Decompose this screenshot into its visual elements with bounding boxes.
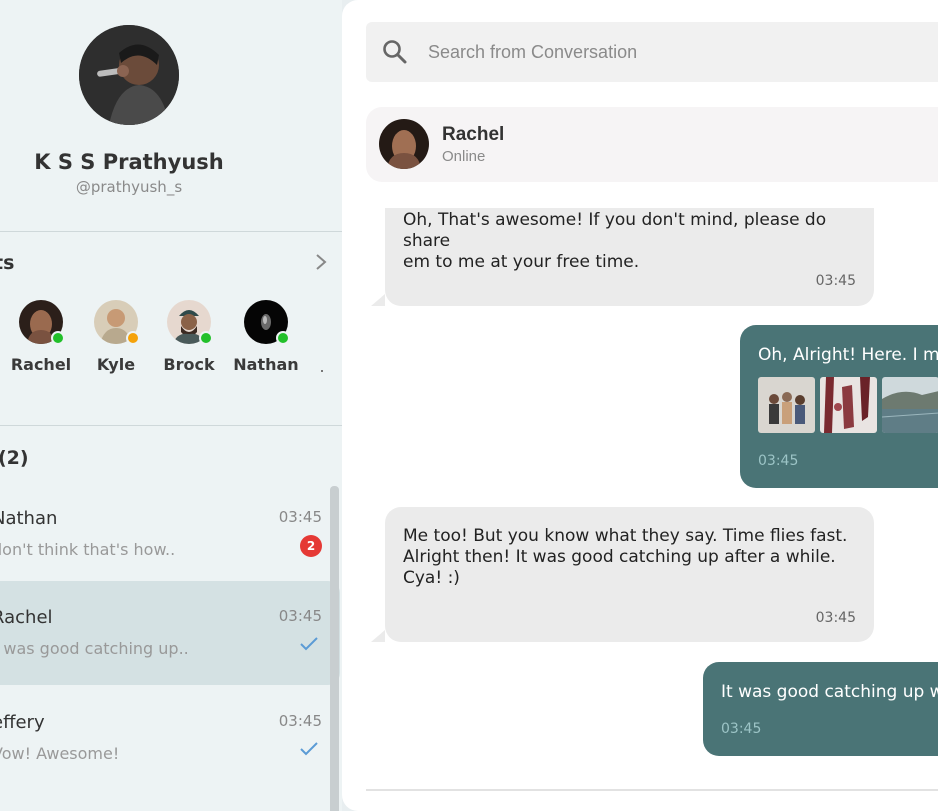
unread-badge: 2	[300, 535, 322, 557]
message-text: Oh, That's awesome! If you don't mind, p…	[403, 210, 827, 251]
status-dot	[126, 331, 140, 345]
online-user-name: Kyle	[96, 355, 136, 374]
contact-avatar[interactable]	[379, 119, 429, 169]
chat-preview: Vow! Awesome!	[0, 744, 120, 763]
message-text: em to me at your free time.	[403, 252, 640, 272]
chat-name: Rachel	[0, 607, 53, 628]
message-text: Alright then! It was good catching up af…	[403, 547, 836, 567]
chats-section-title: (2)	[0, 447, 29, 469]
chat-name: Nathan	[0, 508, 58, 529]
chat-time: 03:45	[278, 508, 322, 526]
chat-preview: t was good catching up..	[0, 639, 189, 658]
online-user-kyle[interactable]: Kyle	[81, 300, 151, 374]
message-text: Oh, Alright! Here. I mis	[758, 345, 938, 365]
photo-thumbnail[interactable]	[820, 377, 877, 433]
avatar	[167, 300, 213, 345]
chat-time: 03:45	[278, 607, 322, 625]
profile-avatar[interactable]	[79, 25, 179, 125]
online-user-name: Nathan	[233, 355, 299, 374]
search-input[interactable]	[428, 36, 928, 68]
bubble-tail	[371, 294, 385, 306]
message-time: 03:45	[815, 610, 856, 626]
photo-thumbnail[interactable]	[882, 377, 938, 433]
online-user-brock[interactable]: Brock	[154, 300, 224, 374]
online-section-title: ts	[0, 252, 15, 274]
online-user-name: Brock	[163, 355, 215, 374]
status-dot	[276, 331, 290, 345]
contact-status: Online	[442, 148, 486, 165]
profile-name: K S S Prathyush	[34, 150, 224, 174]
message-incoming: Oh, That's awesome! If you don't mind, p…	[371, 208, 874, 306]
chat-list-scrollbar[interactable]	[330, 486, 339, 811]
conversation-panel: Rachel Online Oh, That's awesome! If you…	[342, 0, 938, 811]
status-dot	[199, 331, 213, 345]
message-text: Cya! :)	[403, 568, 460, 588]
sidebar: K S S Prathyush @prathyush_s ts Rachel K…	[0, 0, 342, 811]
online-user-nathan[interactable]: Nathan	[231, 300, 301, 374]
conversation-header: Rachel Online	[366, 107, 938, 182]
chat-preview: don't think that's how..	[0, 540, 176, 559]
divider	[0, 425, 342, 426]
message-text: It was good catching up wi	[721, 682, 938, 702]
profile-handle: @prathyush_s	[75, 178, 183, 196]
message-outgoing: It was good catching up wi 03:45	[703, 662, 938, 756]
divider	[0, 231, 342, 232]
avatar	[19, 300, 65, 345]
online-user-name: Rachel	[10, 355, 72, 374]
chat-name: effery	[0, 712, 45, 733]
read-check-icon	[300, 637, 318, 651]
chat-item-jeffery[interactable]: effery Vow! Awesome! 03:45	[0, 686, 340, 790]
chat-item-nathan[interactable]: Nathan don't think that's how.. 03:45 2	[0, 482, 340, 586]
read-check-icon	[300, 742, 318, 756]
overflow-marker	[321, 370, 323, 372]
search-bar	[366, 22, 938, 82]
avatar	[244, 300, 290, 345]
bubble-tail	[371, 630, 385, 642]
chat-time: 03:45	[278, 712, 322, 730]
message-text: Me too! But you know what they say. Time…	[403, 526, 848, 546]
chat-item-rachel[interactable]: Rachel t was good catching up.. 03:45	[0, 581, 340, 685]
message-incoming: Me too! But you know what they say. Time…	[371, 507, 874, 642]
composer-divider	[366, 789, 938, 791]
message-time: 03:45	[721, 721, 762, 737]
avatar	[94, 300, 140, 345]
online-user-rachel[interactable]: Rachel	[6, 300, 76, 374]
search-icon[interactable]	[382, 39, 408, 65]
contact-name: Rachel	[442, 124, 505, 145]
status-dot	[51, 331, 65, 345]
photo-thumbnail[interactable]	[758, 377, 815, 433]
message-outgoing: Oh, Alright! Here. I mis 03:45	[740, 325, 938, 488]
message-time: 03:45	[758, 453, 799, 469]
chevron-right-icon[interactable]	[312, 253, 330, 271]
message-time: 03:45	[815, 273, 856, 289]
